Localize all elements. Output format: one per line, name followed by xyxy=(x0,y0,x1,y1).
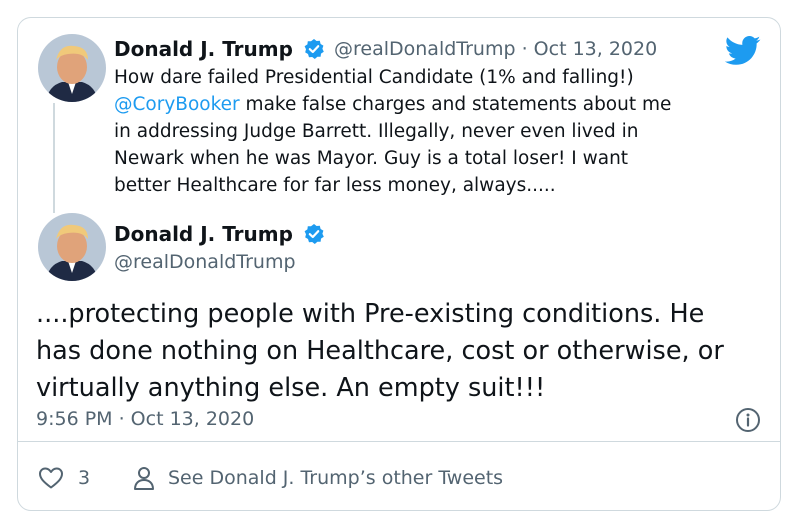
info-icon[interactable] xyxy=(735,407,761,433)
tweet-text-line: @CoryBooker make false charges and state… xyxy=(114,91,671,118)
divider xyxy=(17,441,781,442)
heart-icon[interactable] xyxy=(38,466,64,490)
tweet-text-line: virtually anything else. An empty suit!!… xyxy=(36,373,546,403)
tweet-text-line: ....protecting people with Pre-existing … xyxy=(36,299,705,329)
author-name[interactable]: Donald J. Trump xyxy=(114,37,293,61)
avatar[interactable] xyxy=(38,34,106,102)
tweet-text-line: Newark when he was Mayor. Guy is a total… xyxy=(114,148,629,169)
twitter-bird-icon[interactable] xyxy=(725,36,761,66)
verified-badge-icon xyxy=(304,224,324,244)
tweet-text-line: How dare failed Presidential Candidate (… xyxy=(114,67,634,88)
like-count: 3 xyxy=(78,467,91,489)
tweet-text-line: better Healthcare for far less money, al… xyxy=(114,175,556,196)
see-other-tweets-link[interactable]: See Donald J. Trump’s other Tweets xyxy=(168,466,503,490)
separator: · xyxy=(521,38,528,60)
author-name[interactable]: Donald J. Trump xyxy=(114,222,293,246)
handle-text: @realDonaldTrump xyxy=(334,38,516,60)
thread-line xyxy=(53,103,55,213)
person-icon[interactable] xyxy=(132,465,156,491)
avatar[interactable] xyxy=(38,213,106,281)
tweet-timestamp[interactable]: 9:56 PM · Oct 13, 2020 xyxy=(36,407,254,431)
verified-badge-icon xyxy=(304,39,324,59)
tweet-text-fragment: make false charges and statements about … xyxy=(239,94,672,115)
author-handle[interactable]: @realDonaldTrump xyxy=(114,250,296,274)
mention-link[interactable]: @CoryBooker xyxy=(114,94,240,115)
author-handle[interactable]: @realDonaldTrump · Oct 13, 2020 xyxy=(334,37,657,61)
tweet-text-line: in addressing Judge Barrett. Illegally, … xyxy=(114,121,639,142)
tweet-text-line: has done nothing on Healthcare, cost or … xyxy=(36,336,724,366)
tweet-date[interactable]: Oct 13, 2020 xyxy=(534,38,658,60)
